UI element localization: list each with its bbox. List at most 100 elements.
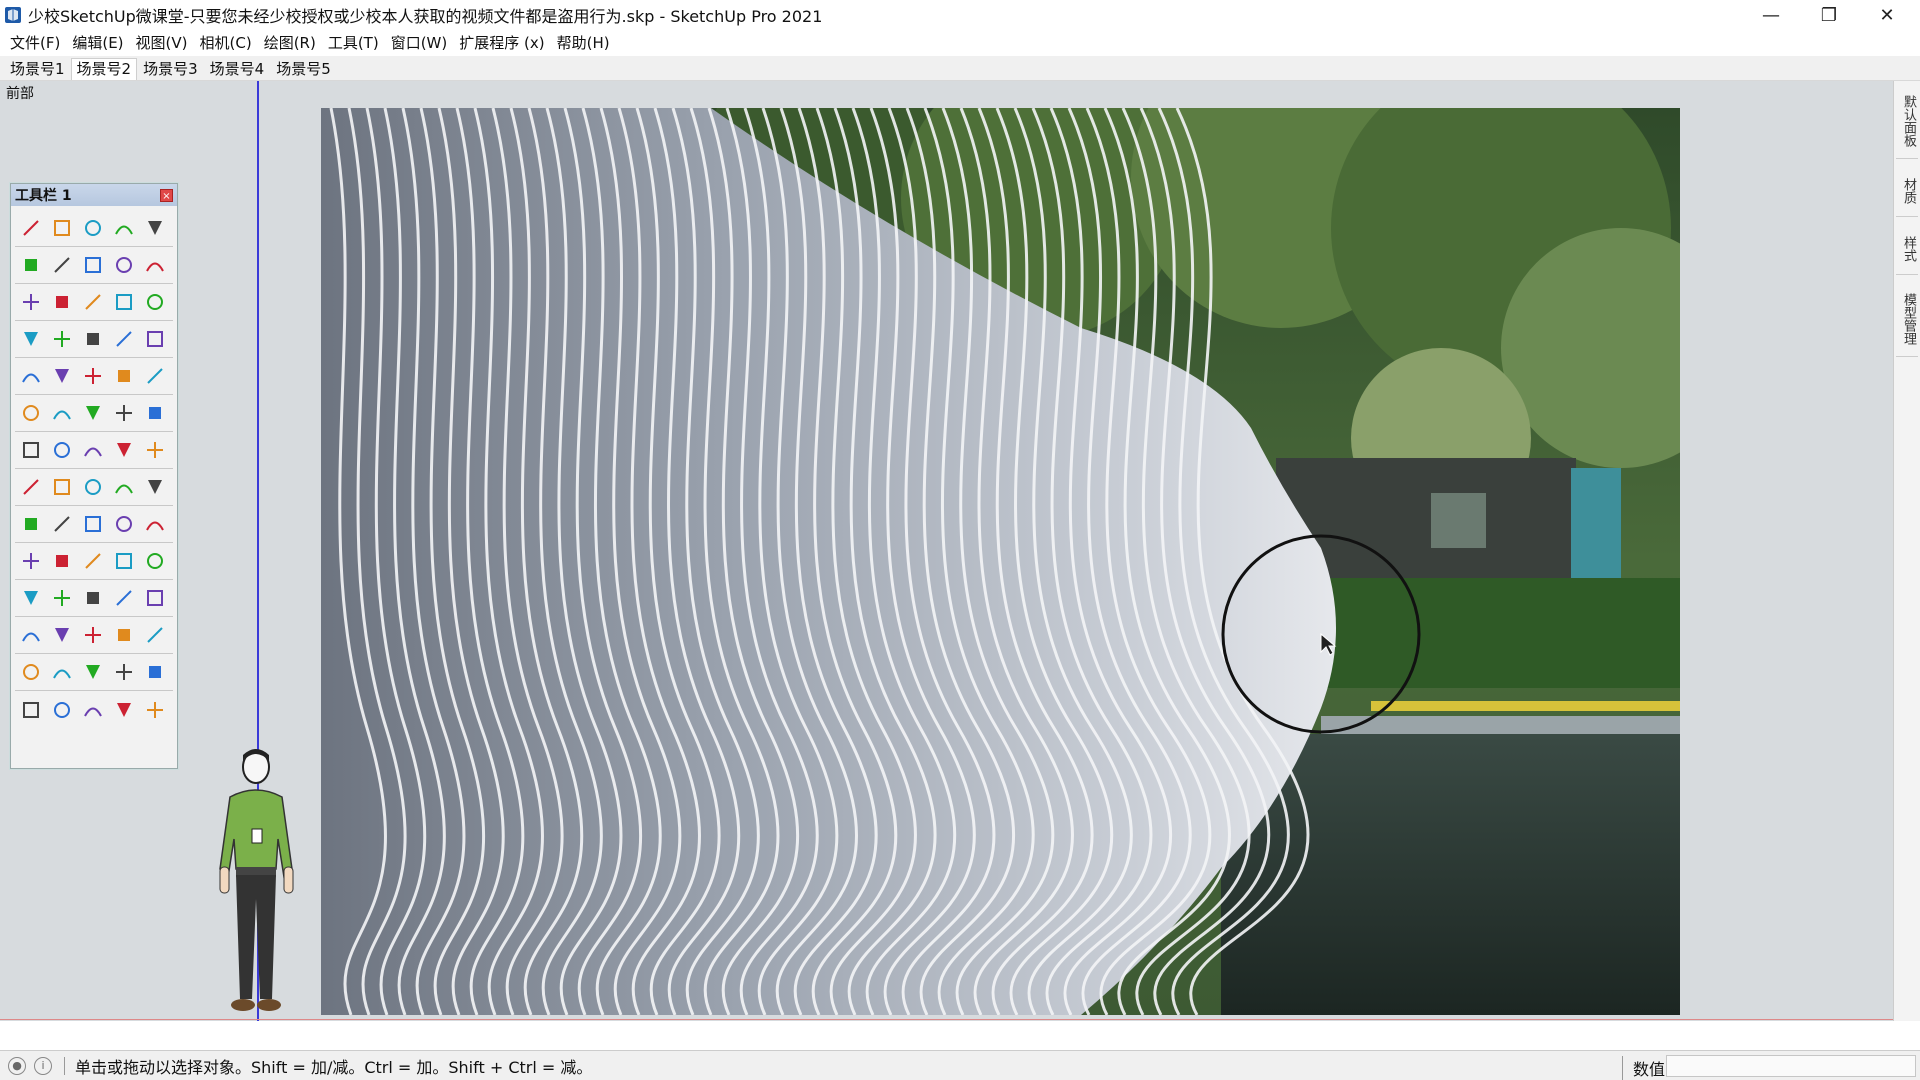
toolbar-tool-icon[interactable]	[139, 435, 170, 466]
toolbar-tool-icon[interactable]	[108, 435, 139, 466]
toolbar-tool-icon[interactable]	[139, 398, 170, 429]
toolbar-tool-icon[interactable]	[139, 509, 170, 540]
info-icon[interactable]: i	[34, 1056, 52, 1075]
toolbar-tool-icon[interactable]	[77, 694, 108, 725]
toolbar-tool-icon[interactable]	[139, 213, 170, 244]
close-window-button[interactable]: ✕	[1858, 0, 1916, 30]
toolbar-tool-icon[interactable]	[46, 583, 77, 614]
tray-tab-model-manager[interactable]: 模型管理	[1896, 281, 1918, 357]
menu-edit[interactable]: 编辑(E)	[66, 31, 129, 55]
tray-tab-default[interactable]: 默认面板	[1896, 83, 1918, 159]
menu-extensions[interactable]: 扩展程序 (x)	[453, 31, 550, 55]
toolbar-tool-icon[interactable]	[108, 472, 139, 503]
tray-tab-materials[interactable]: 材质	[1896, 165, 1918, 217]
toolbar-tool-icon[interactable]	[15, 398, 46, 429]
toolbar-tool-icon[interactable]	[15, 620, 46, 651]
toolbar-tool-icon[interactable]	[139, 620, 170, 651]
toolbar-tool-icon[interactable]	[46, 620, 77, 651]
restore-button[interactable]: ❐	[1800, 0, 1858, 30]
toolbar-tool-icon[interactable]	[77, 287, 108, 318]
toolbar-tool-icon[interactable]	[139, 287, 170, 318]
menu-file[interactable]: 文件(F)	[4, 31, 66, 55]
menu-camera[interactable]: 相机(C)	[194, 31, 258, 55]
menu-help[interactable]: 帮助(H)	[551, 31, 616, 55]
toolbar-tool-icon[interactable]	[108, 694, 139, 725]
toolbar-tool-icon[interactable]	[108, 583, 139, 614]
toolbar-tool-icon[interactable]	[15, 435, 46, 466]
toolbar-tool-icon[interactable]	[77, 472, 108, 503]
scene-tab-1[interactable]: 场景号1	[4, 58, 71, 80]
toolbar-tool-icon[interactable]	[15, 213, 46, 244]
toolbar-tool-icon[interactable]	[139, 657, 170, 688]
toolbar-tool-icon[interactable]	[15, 287, 46, 318]
imported-image-sculpture[interactable]	[321, 108, 1680, 1015]
toolbar-tool-icon[interactable]	[77, 324, 108, 355]
toolbar-tool-icon[interactable]	[77, 657, 108, 688]
toolbar-tool-icon[interactable]	[139, 250, 170, 281]
scene-tab-4[interactable]: 场景号4	[204, 58, 271, 80]
toolbar-tool-icon[interactable]	[108, 324, 139, 355]
toolbar-tool-icon[interactable]	[46, 398, 77, 429]
toolbar-tool-icon[interactable]	[15, 583, 46, 614]
toolbar-tool-icon[interactable]	[77, 398, 108, 429]
measurements-input[interactable]	[1666, 1055, 1916, 1077]
toolbar-tool-icon[interactable]	[46, 694, 77, 725]
menu-draw[interactable]: 绘图(R)	[258, 31, 322, 55]
model-viewport[interactable]: 前部 工具栏 1 ×	[0, 81, 1893, 1021]
toolbar-tool-icon[interactable]	[15, 250, 46, 281]
toolbar-row	[15, 691, 173, 728]
toolbar-tool-icon[interactable]	[108, 361, 139, 392]
toolbar-tool-icon[interactable]	[77, 546, 108, 577]
toolbar-tool-icon[interactable]	[139, 546, 170, 577]
toolbar-tool-icon[interactable]	[108, 509, 139, 540]
toolbar-tool-icon[interactable]	[46, 657, 77, 688]
toolbar-tool-icon[interactable]	[46, 361, 77, 392]
toolbar-tool-icon[interactable]	[15, 546, 46, 577]
toolbar-tool-icon[interactable]	[15, 509, 46, 540]
toolbar-tool-icon[interactable]	[108, 546, 139, 577]
toolbar-tool-icon[interactable]	[15, 472, 46, 503]
toolbar-tool-icon[interactable]	[46, 213, 77, 244]
toolbar-tool-icon[interactable]	[77, 213, 108, 244]
menu-window[interactable]: 窗口(W)	[385, 31, 454, 55]
toolbar-tool-icon[interactable]	[77, 509, 108, 540]
toolbar-tool-icon[interactable]	[15, 361, 46, 392]
toolbar-header[interactable]: 工具栏 1 ×	[11, 184, 177, 206]
toolbar-tool-icon[interactable]	[108, 620, 139, 651]
toolbar-tool-icon[interactable]	[77, 435, 108, 466]
toolbar-tool-icon[interactable]	[15, 694, 46, 725]
floating-toolbar-1[interactable]: 工具栏 1 ×	[10, 183, 178, 769]
toolbar-tool-icon[interactable]	[46, 509, 77, 540]
menu-tools[interactable]: 工具(T)	[322, 31, 385, 55]
toolbar-tool-icon[interactable]	[108, 657, 139, 688]
toolbar-tool-icon[interactable]	[77, 361, 108, 392]
toolbar-tool-icon[interactable]	[46, 472, 77, 503]
toolbar-tool-icon[interactable]	[108, 287, 139, 318]
toolbar-tool-icon[interactable]	[139, 324, 170, 355]
toolbar-tool-icon[interactable]	[77, 620, 108, 651]
toolbar-tool-icon[interactable]	[108, 250, 139, 281]
menu-view[interactable]: 视图(V)	[130, 31, 194, 55]
toolbar-tool-icon[interactable]	[77, 250, 108, 281]
toolbar-tool-icon[interactable]	[46, 435, 77, 466]
toolbar-tool-icon[interactable]	[46, 250, 77, 281]
toolbar-tool-icon[interactable]	[46, 324, 77, 355]
scene-tab-2[interactable]: 场景号2	[70, 58, 138, 80]
toolbar-tool-icon[interactable]	[139, 361, 170, 392]
tray-tab-styles[interactable]: 样式	[1896, 223, 1918, 275]
geolocation-icon[interactable]: ●	[8, 1056, 26, 1075]
toolbar-tool-icon[interactable]	[139, 583, 170, 614]
toolbar-tool-icon[interactable]	[108, 398, 139, 429]
scene-tab-5[interactable]: 场景号5	[270, 58, 337, 80]
minimize-button[interactable]: —	[1742, 0, 1800, 30]
toolbar-tool-icon[interactable]	[77, 583, 108, 614]
toolbar-tool-icon[interactable]	[108, 213, 139, 244]
toolbar-tool-icon[interactable]	[46, 287, 77, 318]
scene-tab-3[interactable]: 场景号3	[137, 58, 204, 80]
toolbar-tool-icon[interactable]	[46, 546, 77, 577]
toolbar-tool-icon[interactable]	[139, 472, 170, 503]
toolbar-tool-icon[interactable]	[139, 694, 170, 725]
toolbar-close-button[interactable]: ×	[160, 188, 173, 202]
toolbar-tool-icon[interactable]	[15, 657, 46, 688]
toolbar-tool-icon[interactable]	[15, 324, 46, 355]
